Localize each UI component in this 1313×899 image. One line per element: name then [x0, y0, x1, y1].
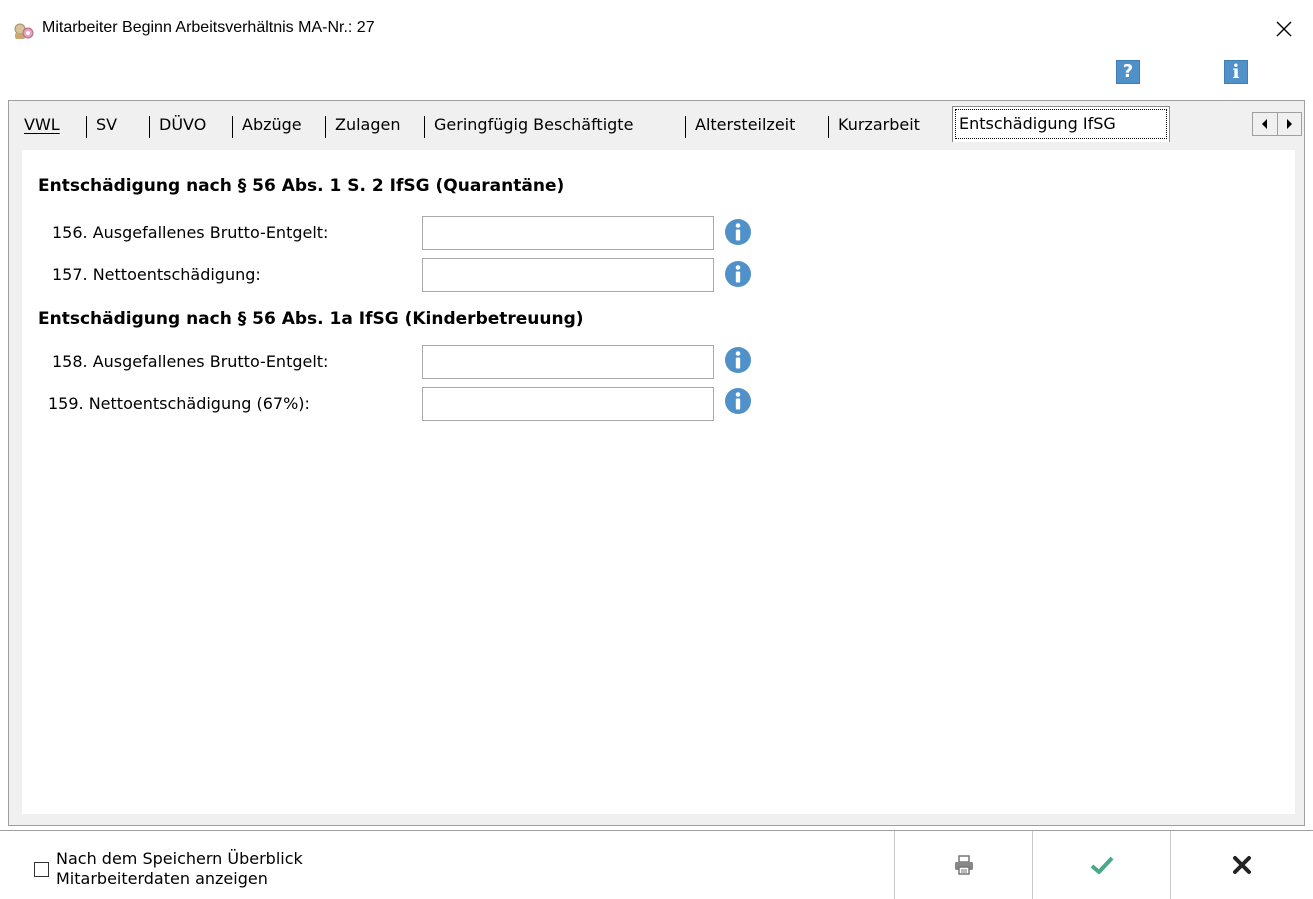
tab-vwl[interactable]: VWL — [18, 108, 66, 142]
tab-label: Zulagen — [335, 115, 401, 134]
window-title: Mitarbeiter Beginn Arbeitsverhältnis MA-… — [42, 19, 375, 36]
app-icon — [12, 20, 38, 42]
print-button[interactable] — [894, 831, 1032, 899]
tab-geringfuegig[interactable]: Geringfügig Beschäftigte — [428, 108, 639, 142]
tab-scroll-right-button[interactable] — [1278, 113, 1302, 135]
arrow-left-icon — [1261, 119, 1267, 129]
tab-label: Entschädigung IfSG — [959, 114, 1116, 133]
title-bar: Mitarbeiter Beginn Arbeitsverhältnis MA-… — [0, 0, 1313, 60]
info-icon[interactable] — [724, 260, 752, 288]
help-icon[interactable]: ? — [1116, 60, 1140, 84]
nettoentschaedigung-quarantaene-input[interactable] — [422, 258, 714, 292]
tab-separator — [86, 116, 87, 138]
show-overview-checkbox-label[interactable]: Nach dem Speichern Überblick Mitarbeiter… — [56, 849, 396, 889]
close-icon — [1276, 21, 1292, 37]
tab-separator — [685, 116, 686, 138]
field-label-157: 157. Nettoentschädigung: — [52, 265, 261, 284]
info-icon[interactable] — [724, 346, 752, 374]
tab-zulagen[interactable]: Zulagen — [329, 108, 407, 142]
checkmark-icon — [1090, 856, 1113, 874]
tab-label: Geringfügig Beschäftigte — [434, 115, 634, 134]
close-window-button[interactable] — [1267, 14, 1301, 44]
tab-separator — [424, 116, 425, 138]
tab-separator — [828, 116, 829, 138]
tab-duevo[interactable]: DÜVO — [153, 108, 212, 142]
cross-icon — [1233, 856, 1251, 874]
dialog-window: Mitarbeiter Beginn Arbeitsverhältnis MA-… — [0, 0, 1313, 899]
tab-strip: VWL SV DÜVO Abzüge Zulagen Geringfügig B… — [18, 106, 1288, 144]
section-title-quarantaene: Entschädigung nach § 56 Abs. 1 S. 2 IfSG… — [38, 176, 565, 196]
show-overview-checkbox[interactable] — [34, 862, 49, 877]
tab-separator — [325, 116, 326, 138]
tab-label: VWL — [24, 115, 60, 134]
save-button[interactable] — [1032, 831, 1170, 899]
tab-label: Abzüge — [242, 115, 302, 134]
section-title-kinderbetreuung: Entschädigung nach § 56 Abs. 1a IfSG (Ki… — [38, 309, 584, 329]
tab-scroll-buttons — [1252, 112, 1302, 136]
info-icon[interactable]: i — [1224, 60, 1248, 84]
tab-altersteilzeit[interactable]: Altersteilzeit — [689, 108, 801, 142]
info-icon[interactable] — [724, 218, 752, 246]
brutto-entgelt-kinderbetreuung-input[interactable] — [422, 345, 714, 379]
field-label-158: 158. Ausgefallenes Brutto-Entgelt: — [52, 352, 329, 371]
field-label-156: 156. Ausgefallenes Brutto-Entgelt: — [52, 223, 329, 242]
tab-label: SV — [96, 115, 118, 134]
nettoentschaedigung-kinderbetreuung-input[interactable] — [422, 387, 714, 421]
tab-label: DÜVO — [159, 115, 207, 134]
tab-separator — [232, 116, 233, 138]
cancel-button[interactable] — [1170, 831, 1313, 899]
tab-panel-entschaedigung: Entschädigung nach § 56 Abs. 1 S. 2 IfSG… — [22, 150, 1295, 814]
tab-sv[interactable]: SV — [90, 108, 123, 142]
tab-scroll-left-button[interactable] — [1253, 113, 1278, 135]
brutto-entgelt-quarantaene-input[interactable] — [422, 216, 714, 250]
field-label-159: 159. Nettoentschädigung (67%): — [48, 394, 310, 413]
tab-abzuege[interactable]: Abzüge — [236, 108, 308, 142]
arrow-right-icon — [1287, 119, 1293, 129]
tab-entschaedigung-ifsg[interactable]: Entschädigung IfSG — [952, 106, 1170, 142]
tab-label: Kurzarbeit — [838, 115, 920, 134]
info-icon[interactable] — [724, 387, 752, 415]
printer-icon — [954, 855, 973, 875]
tab-label: Altersteilzeit — [695, 115, 796, 134]
tab-separator — [149, 116, 150, 138]
tab-kurzarbeit[interactable]: Kurzarbeit — [832, 108, 926, 142]
